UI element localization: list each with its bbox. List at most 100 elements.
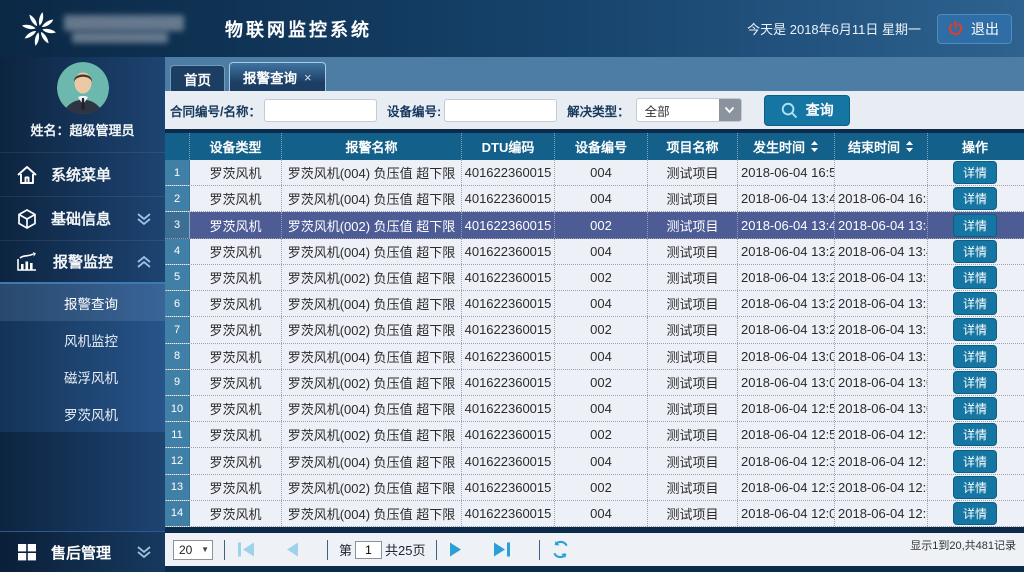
detail-button[interactable]: 详情 [953,345,997,368]
chevron-down-icon [136,545,152,559]
actions-cell: 详情 [928,317,1022,342]
alarm-name-cell: 罗茨风机(002) 负压值 超下限 [282,265,462,290]
tab-alarm-query[interactable]: 报警查询 × [229,62,326,91]
detail-button[interactable]: 详情 [953,502,997,525]
device-no-input[interactable] [444,99,557,122]
separator [539,540,540,560]
sidebar-item-after-sales[interactable]: 售后管理 [0,531,165,572]
end-time-cell: 2018-06-04 12:5 [835,422,928,447]
detail-button[interactable]: 详情 [953,266,997,289]
table-row[interactable]: 5罗茨风机罗茨风机(002) 负压值 超下限401622360015002测试项… [165,265,1024,291]
device-no-cell: 002 [555,370,648,395]
detail-button[interactable]: 详情 [953,476,997,499]
occur-time-cell: 2018-06-04 12:3 [738,475,835,500]
submenu-item[interactable]: 报警查询 [0,284,165,321]
sidebar-item-alarm-monitor[interactable]: 报警监控 [0,240,165,284]
page-title: 物联网监控系统 [225,16,372,42]
detail-button[interactable]: 详情 [953,371,997,394]
table-row[interactable]: 9罗茨风机罗茨风机(002) 负压值 超下限401622360015002测试项… [165,370,1024,396]
table-row[interactable]: 10罗茨风机罗茨风机(004) 负压值 超下限401622360015004测试… [165,396,1024,422]
next-page-button[interactable] [448,541,464,558]
submenu-item[interactable]: 风机监控 [0,321,165,358]
chevron-down-icon [719,99,741,121]
grid-icon [16,541,38,563]
end-time-cell: 2018-06-04 13:2 [835,291,928,316]
refresh-button[interactable] [551,540,570,559]
row-number-cell: 9 [165,370,190,395]
header-device-no: 设备编号 [555,133,648,160]
detail-button[interactable]: 详情 [953,318,997,341]
occur-time-cell: 2018-06-04 13:2 [738,239,835,264]
detail-button[interactable]: 详情 [953,214,997,237]
contract-filter-label: 合同编号/名称： [170,101,261,120]
end-time-cell: 2018-06-04 12:3 [835,501,928,526]
detail-button[interactable]: 详情 [953,292,997,315]
sidebar-item-system-menu[interactable]: 系统菜单 [0,152,165,196]
first-page-button[interactable] [236,541,257,558]
occur-time-cell: 2018-06-04 13:4 [738,186,835,211]
table-row[interactable]: 8罗茨风机罗茨风机(004) 负压值 超下限401622360015004测试项… [165,344,1024,370]
project-name-cell: 测试项目 [648,370,738,395]
solve-type-select[interactable]: 全部 [636,98,742,122]
table-row[interactable]: 14罗茨风机罗茨风机(004) 负压值 超下限401622360015004测试… [165,501,1024,527]
row-number-cell: 5 [165,265,190,290]
detail-button[interactable]: 详情 [953,423,997,446]
device-type-cell: 罗茨风机 [190,291,282,316]
end-time-cell: 2018-06-04 12:3 [835,475,928,500]
header-end-time[interactable]: 结束时间 [835,133,928,160]
occur-time-cell: 2018-06-04 13:2 [738,291,835,316]
search-button[interactable]: 查询 [764,95,850,126]
alarm-table: 设备类型 报警名称 DTU编码 设备编号 项目名称 发生时间 结束时间 操作 1… [165,131,1024,527]
device-type-cell: 罗茨风机 [190,396,282,421]
detail-button[interactable]: 详情 [953,240,997,263]
tab-label: 报警查询 [243,67,297,87]
tab-home[interactable]: 首页 [170,65,225,91]
page-number-input[interactable] [355,541,382,559]
detail-button[interactable]: 详情 [953,450,997,473]
table-row[interactable]: 6罗茨风机罗茨风机(004) 负压值 超下限401622360015004测试项… [165,291,1024,317]
project-name-cell: 测试项目 [648,291,738,316]
occur-time-cell: 2018-06-04 16:5 [738,160,835,185]
device-no-cell: 004 [555,239,648,264]
table-row[interactable]: 3罗茨风机罗茨风机(002) 负压值 超下限401622360015002测试项… [165,212,1024,238]
prev-page-button[interactable] [284,541,300,558]
sidebar-item-basic-info[interactable]: 基础信息 [0,196,165,240]
search-button-label: 查询 [806,100,834,120]
header-occur-time[interactable]: 发生时间 [738,133,835,160]
device-no-cell: 004 [555,396,648,421]
detail-button[interactable]: 详情 [953,397,997,420]
device-no-cell: 004 [555,448,648,473]
table-row[interactable]: 2罗茨风机罗茨风机(004) 负压值 超下限401622360015004测试项… [165,186,1024,212]
occur-time-cell: 2018-06-04 13:0 [738,344,835,369]
table-row[interactable]: 11罗茨风机罗茨风机(002) 负压值 超下限401622360015002测试… [165,422,1024,448]
tab-bar: 首页 报警查询 × [165,57,1024,91]
sort-icon [810,140,819,153]
table-row[interactable]: 1罗茨风机罗茨风机(004) 负压值 超下限401622360015004测试项… [165,160,1024,186]
device-no-filter-label: 设备编号: [387,101,441,120]
row-number-cell: 11 [165,422,190,447]
table-row[interactable]: 4罗茨风机罗茨风机(004) 负压值 超下限401622360015004测试项… [165,239,1024,265]
table-row[interactable]: 7罗茨风机罗茨风机(002) 负压值 超下限401622360015002测试项… [165,317,1024,343]
actions-cell: 详情 [928,475,1022,500]
close-icon[interactable]: × [304,70,312,85]
project-name-cell: 测试项目 [648,317,738,342]
table-row[interactable]: 13罗茨风机罗茨风机(002) 负压值 超下限401622360015002测试… [165,475,1024,501]
device-no-cell: 002 [555,422,648,447]
alarm-name-cell: 罗茨风机(002) 负压值 超下限 [282,422,462,447]
tab-label: 首页 [184,69,211,89]
actions-cell: 详情 [928,239,1022,264]
actions-cell: 详情 [928,160,1022,185]
submenu-item[interactable]: 磁浮风机 [0,358,165,395]
page-size-select[interactable]: 20 ▼ [173,540,213,560]
logout-button[interactable]: 退出 [937,14,1012,44]
table-row[interactable]: 12罗茨风机罗茨风机(004) 负压值 超下限401622360015004测试… [165,448,1024,474]
last-page-button[interactable] [491,541,512,558]
actions-cell: 详情 [928,370,1022,395]
detail-button[interactable]: 详情 [953,187,997,210]
submenu-item[interactable]: 罗茨风机 [0,395,165,432]
dtu-code-cell: 401622360015 [462,344,555,369]
detail-button[interactable]: 详情 [953,161,997,184]
contract-input[interactable] [264,99,377,122]
dtu-code-cell: 401622360015 [462,475,555,500]
device-type-cell: 罗茨风机 [190,501,282,526]
